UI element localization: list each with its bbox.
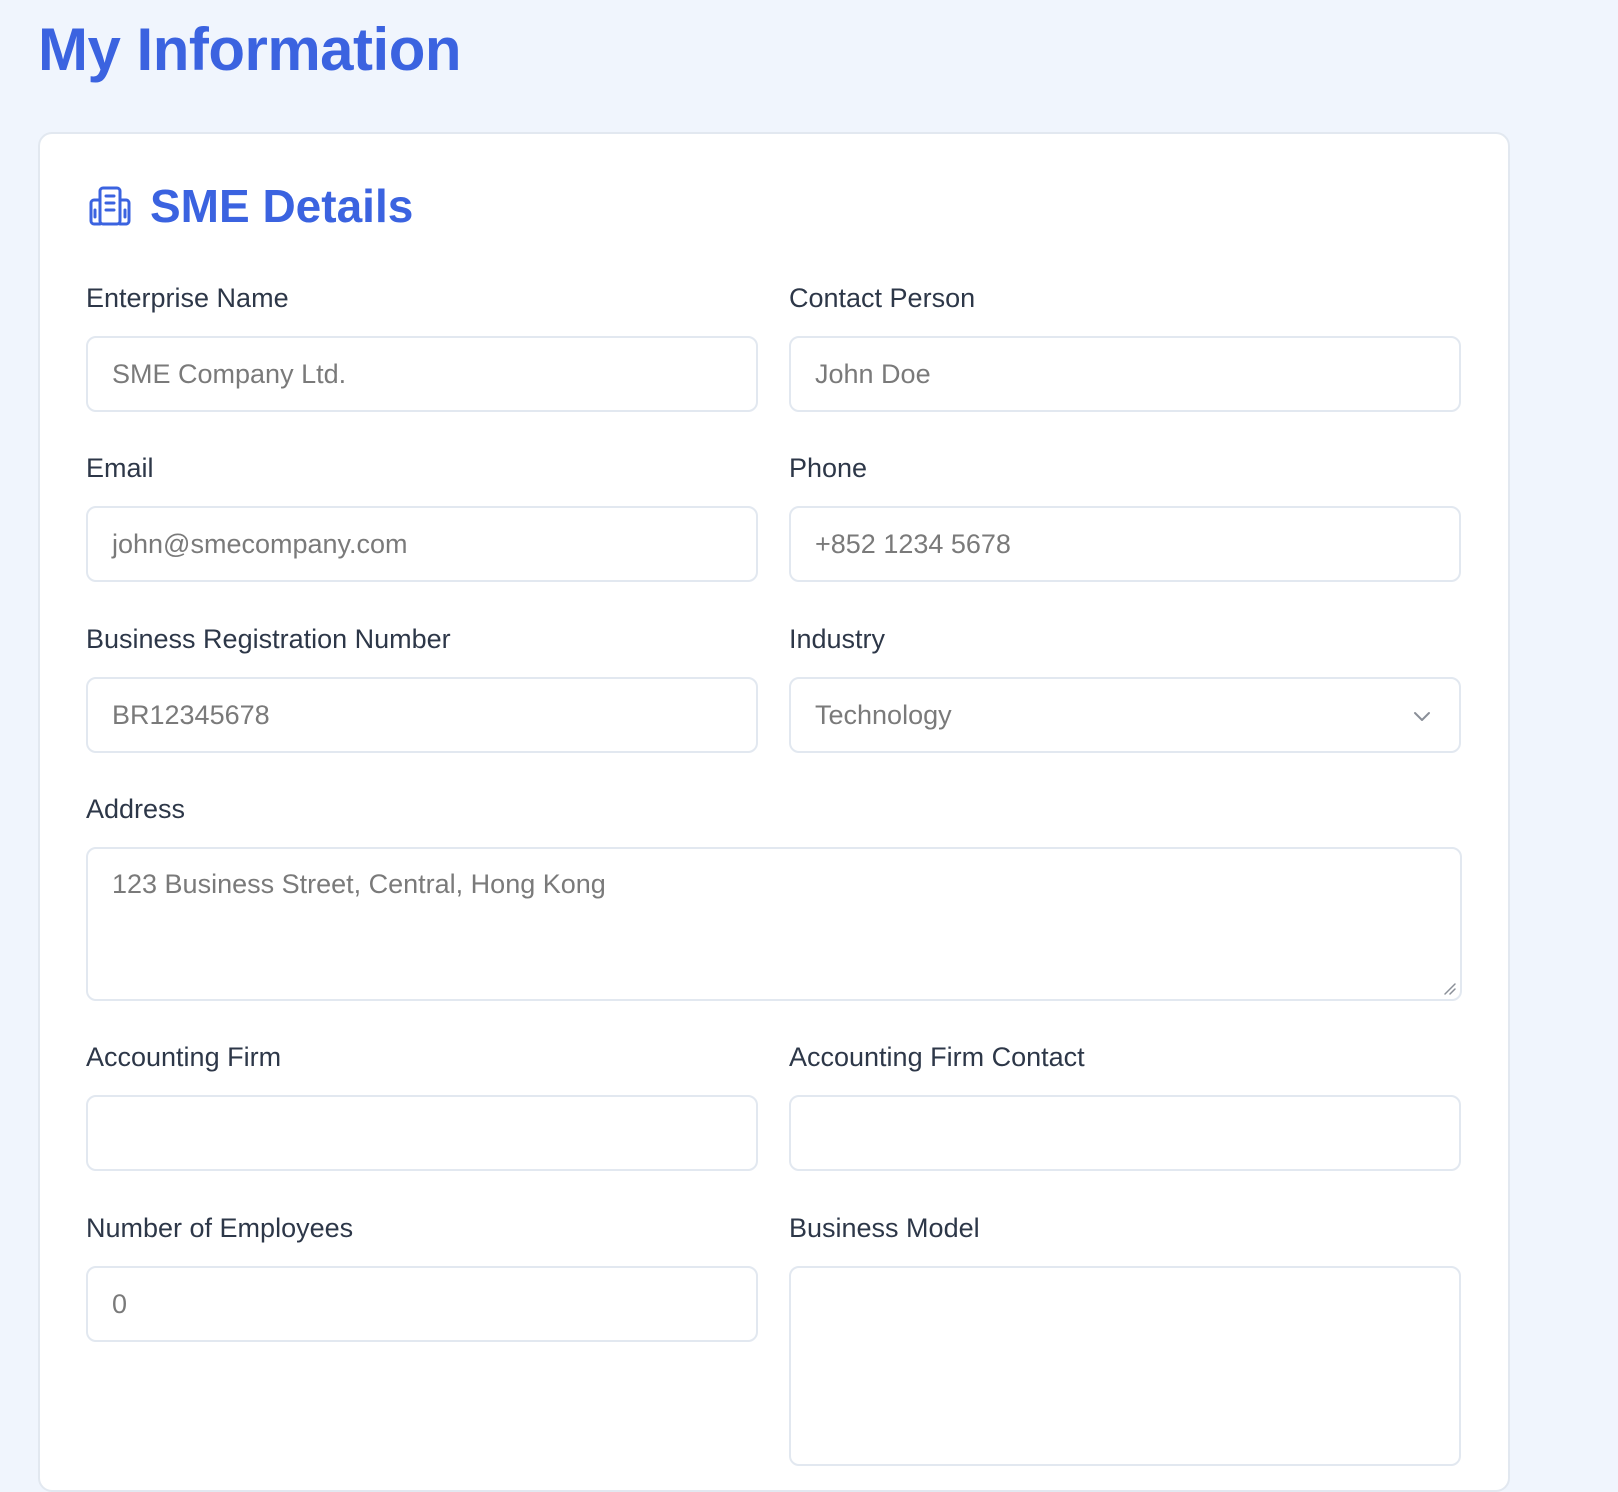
business-model-textarea[interactable]	[789, 1266, 1461, 1466]
br-number-input[interactable]: BR12345678	[86, 677, 758, 753]
address-placeholder: 123 Business Street, Central, Hong Kong	[112, 869, 606, 899]
accounting-firm-contact-label: Accounting Firm Contact	[789, 1042, 1085, 1072]
accounting-firm-label: Accounting Firm	[86, 1042, 282, 1072]
br-number-label: Business Registration Number	[86, 624, 451, 654]
section-header: SME Details	[88, 178, 413, 234]
chevron-down-icon	[1414, 712, 1430, 721]
accounting-firm-input[interactable]	[86, 1095, 758, 1171]
phone-input[interactable]: +852 1234 5678	[789, 506, 1461, 582]
industry-select[interactable]: Technology	[789, 677, 1461, 753]
business-model-label: Business Model	[789, 1213, 980, 1243]
employees-label: Number of Employees	[86, 1213, 354, 1243]
enterprise-name-input[interactable]: SME Company Ltd.	[86, 336, 758, 412]
sme-details-card: SME Details Enterprise Name SME Company …	[38, 132, 1510, 1492]
contact-person-input[interactable]: John Doe	[789, 336, 1461, 412]
accounting-firm-contact-input[interactable]	[789, 1095, 1461, 1171]
enterprise-name-label: Enterprise Name	[86, 283, 289, 313]
page-title: My Information	[38, 16, 462, 83]
phone-label: Phone	[789, 453, 868, 483]
industry-label: Industry	[789, 624, 886, 654]
section-title: SME Details	[150, 180, 414, 232]
address-textarea[interactable]: 123 Business Street, Central, Hong Kong	[86, 847, 1462, 1001]
email-label: Email	[86, 453, 154, 483]
industry-select-value: Technology	[815, 699, 952, 730]
resize-handle-icon[interactable]	[1441, 980, 1457, 996]
employees-input[interactable]: 0	[86, 1266, 758, 1342]
contact-person-label: Contact Person	[789, 283, 976, 313]
address-label: Address	[86, 794, 186, 824]
building-icon	[89, 186, 131, 226]
email-input[interactable]: john@smecompany.com	[86, 506, 758, 582]
